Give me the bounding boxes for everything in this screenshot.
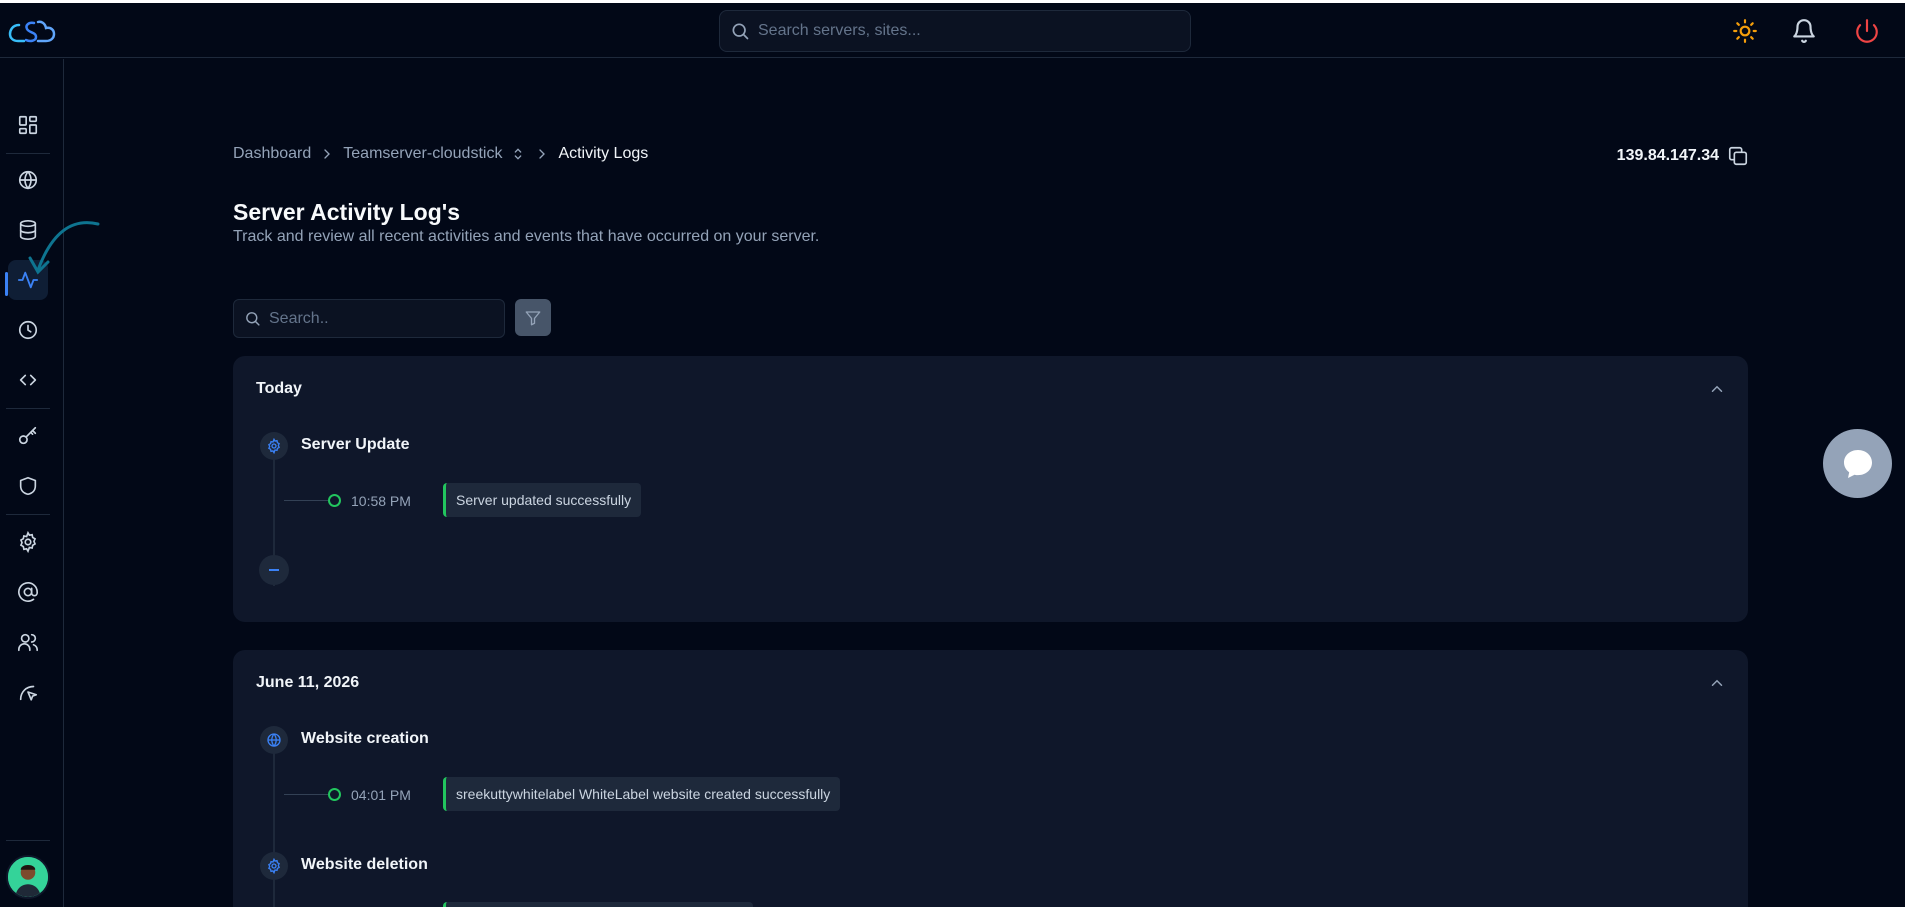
breadcrumb-server[interactable]: Teamserver-cloudstick <box>343 145 502 163</box>
sidebar-divider <box>6 153 50 154</box>
sidebar-item-security[interactable] <box>8 466 48 506</box>
timeline-line <box>273 730 275 907</box>
cloudstick-logo[interactable] <box>8 17 56 45</box>
sidebar-item-team[interactable] <box>8 622 48 662</box>
globe-icon <box>18 170 38 190</box>
breadcrumb-current: Activity Logs <box>558 145 649 162</box>
chevron-right-icon <box>539 149 546 159</box>
log-group-today: Today Server Update 10:58 PM Server upda… <box>233 356 1748 622</box>
sidebar-item-email[interactable] <box>8 572 48 612</box>
sidebar-item-tools[interactable] <box>8 672 48 712</box>
global-search[interactable] <box>719 10 1191 52</box>
sun-icon[interactable] <box>1732 18 1758 44</box>
minus-icon <box>269 569 279 571</box>
chevron-up-icon[interactable] <box>1708 380 1726 398</box>
filter-button[interactable] <box>515 299 551 336</box>
chat-icon <box>1843 449 1872 478</box>
key-icon <box>18 426 37 445</box>
at-sign-icon <box>18 582 38 602</box>
avatar[interactable] <box>6 855 50 899</box>
cursor-icon <box>19 685 38 701</box>
top-bar <box>0 3 1905 58</box>
event-title: Server Update <box>301 436 410 453</box>
sidebar-divider <box>6 514 50 515</box>
search-icon <box>732 23 749 40</box>
status-dot <box>328 494 341 507</box>
sidebar-item-websites[interactable] <box>8 160 48 200</box>
status-dot <box>328 788 341 801</box>
chat-widget-button[interactable] <box>1823 429 1892 498</box>
gear-icon <box>19 531 37 553</box>
global-search-input[interactable] <box>758 22 1178 40</box>
event-icon <box>260 432 288 460</box>
sidebar-item-ssh-keys[interactable] <box>8 416 48 456</box>
sidebar-item-dashboard[interactable] <box>8 105 48 145</box>
log-group-label: June 11, 2026 <box>256 674 360 691</box>
event-message: Server updated successfully <box>443 483 642 517</box>
event-message <box>443 902 753 907</box>
shield-icon <box>19 476 37 496</box>
sidebar-divider <box>6 408 50 409</box>
chevron-up-icon[interactable] <box>1708 674 1726 692</box>
event-message: sreekuttywhitelabel WhiteLabel website c… <box>443 777 841 811</box>
timeline-connector <box>284 794 328 795</box>
timeline-connector <box>284 500 328 501</box>
filter-icon <box>525 310 541 325</box>
log-group-label: Today <box>256 380 302 397</box>
sidebar-item-code[interactable] <box>8 360 48 400</box>
event-time: 04:01 PM <box>351 787 411 803</box>
power-icon[interactable] <box>1854 18 1880 44</box>
user-avatar-icon <box>8 857 48 897</box>
sidebar-divider <box>6 840 50 841</box>
clock-icon <box>18 320 38 340</box>
event-icon <box>260 852 288 880</box>
event-time: 10:58 PM <box>351 493 411 509</box>
code-icon <box>19 374 37 386</box>
grid-icon <box>18 115 38 135</box>
bell-icon[interactable] <box>1791 18 1817 44</box>
timeline-end-button[interactable] <box>259 555 289 585</box>
users-icon <box>18 633 38 652</box>
page-subtitle: Track and review all recent activities a… <box>233 228 820 245</box>
search-icon <box>246 312 260 326</box>
page-title: Server Activity Log's <box>233 199 461 225</box>
log-group-date: June 11, 2026 Website creation 04:01 PM … <box>233 650 1748 907</box>
event-title: Website creation <box>301 730 429 747</box>
chevron-right-icon <box>324 149 331 159</box>
gear-icon <box>268 438 280 454</box>
breadcrumb: Dashboard Teamserver-cloudstick Activity… <box>233 145 648 163</box>
chevrons-up-down-icon[interactable] <box>510 146 526 162</box>
sidebar-item-settings[interactable] <box>8 522 48 562</box>
server-ip: 139.84.147.34 <box>1617 145 1749 167</box>
breadcrumb-dashboard[interactable]: Dashboard <box>233 145 311 163</box>
server-ip-text: 139.84.147.34 <box>1616 147 1719 164</box>
event-title: Website deletion <box>301 856 428 873</box>
sidebar-item-cron-jobs[interactable] <box>8 310 48 350</box>
sidebar <box>0 59 64 907</box>
gear-icon <box>268 858 280 874</box>
tutorial-arrow-icon <box>28 221 100 275</box>
log-search-input[interactable] <box>269 309 489 328</box>
log-search[interactable] <box>233 299 505 338</box>
globe-icon <box>267 733 281 748</box>
event-icon <box>260 726 288 754</box>
copy-icon[interactable] <box>1727 145 1749 167</box>
